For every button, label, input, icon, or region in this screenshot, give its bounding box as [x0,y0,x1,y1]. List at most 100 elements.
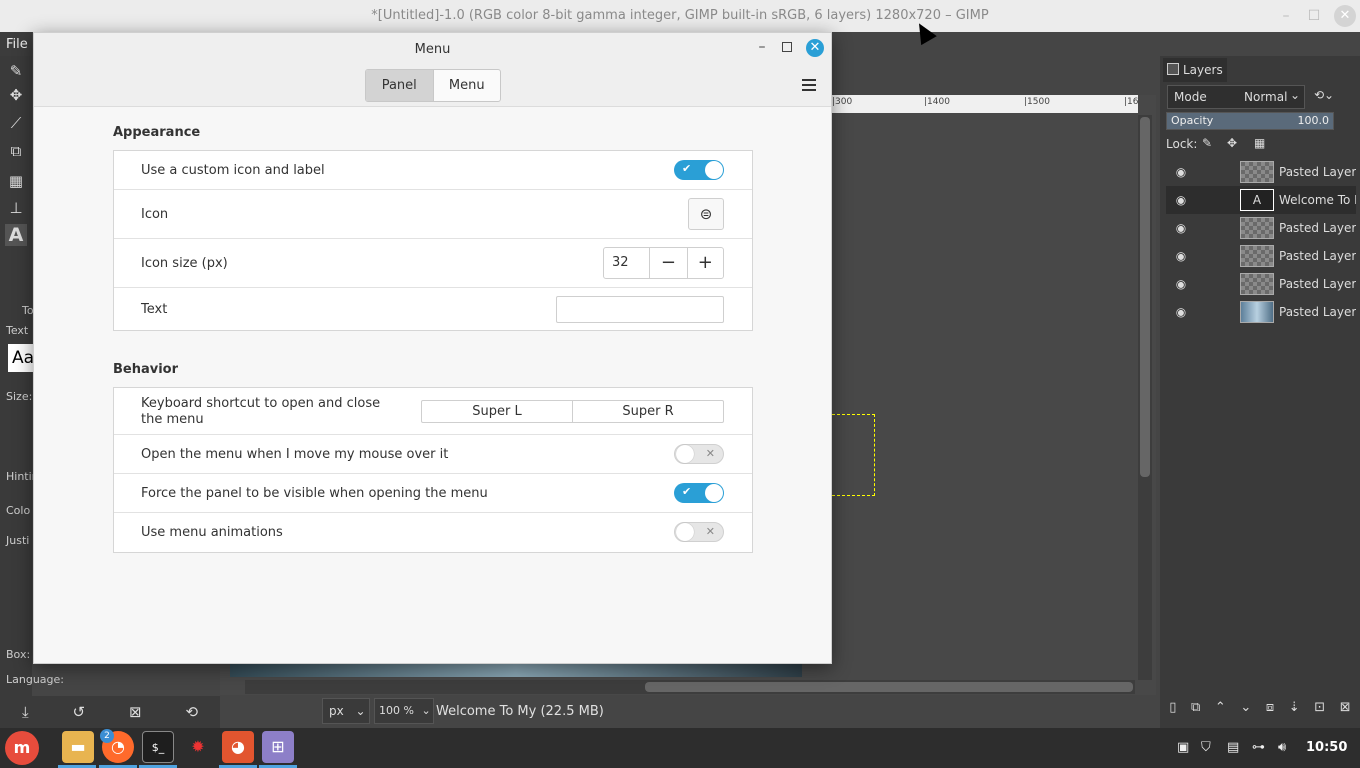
text-box-selection[interactable] [832,414,875,496]
paint-tool-icon[interactable]: ✎ [5,60,27,82]
measure-tool-icon[interactable]: ⟋ [5,112,27,134]
delete-layer-icon[interactable]: ⊠ [1340,700,1351,724]
hover-toggle[interactable]: ✕ [674,444,724,464]
duplicate-layer-icon[interactable]: ⧈ [1266,700,1274,724]
update-icon[interactable]: ▤ [1227,740,1239,755]
eye-icon[interactable]: ◉ [1174,193,1188,207]
tab-panel[interactable]: Panel [366,70,434,101]
chevron-down-icon: ⌄ [355,704,366,718]
clone-tool-icon[interactable]: ⊥ [5,197,27,219]
lower-layer-icon[interactable]: ⌄ [1240,700,1251,724]
tool-options-tab[interactable]: To [22,304,34,317]
dialog-title: Menu [414,42,451,57]
lock-pixels-icon[interactable]: ✎ [1202,136,1212,150]
scroll-thumb[interactable] [1140,117,1150,477]
force-panel-toggle[interactable]: ✔ [674,483,724,503]
mode-select[interactable]: Mode Normal ⌄ [1167,85,1305,109]
new-layer-icon[interactable]: ▯ [1169,700,1176,724]
horizontal-scrollbar[interactable] [245,680,1135,694]
save-options-icon[interactable]: ⤓ [22,703,29,721]
notification-badge: 2 [100,729,114,743]
close-button[interactable]: ✕ [1334,5,1356,27]
scroll-thumb[interactable] [645,682,1133,692]
clock[interactable]: 10:50 [1306,740,1347,755]
toggle-knob [676,523,694,541]
virus-app-icon[interactable]: ✹ [182,731,214,763]
zoom-select[interactable]: 100 % ⌄ [374,698,434,724]
text-input[interactable] [556,296,724,323]
shortcut-super-l-button[interactable]: Super L [422,401,572,422]
reset-options-icon[interactable]: ⟲ [185,703,198,721]
volume-icon[interactable]: 🔊︎ [1278,740,1286,755]
unit-select[interactable]: px ⌄ [322,698,370,724]
text-option-label: Text [6,324,29,337]
delete-options-icon[interactable]: ⊠ [129,703,142,721]
eye-icon[interactable]: ◉ [1174,165,1188,179]
new-group-icon[interactable]: ⧉ [1191,700,1200,724]
layer-row[interactable]: ◉ Pasted Layer # [1166,270,1356,298]
shortcut-label: Keyboard shortcut to open and close the … [141,396,381,427]
lock-position-icon[interactable]: ✥ [1227,136,1237,150]
layer-row[interactable]: ◉ Pasted Layer # [1166,214,1356,242]
eye-icon[interactable]: ◉ [1174,249,1188,263]
layer-row[interactable]: ◉ Pasted Layer [1166,298,1356,326]
opacity-slider[interactable]: Opacity 100.0 [1166,112,1334,130]
custom-icon-toggle[interactable]: ✔ [674,160,724,180]
eye-icon[interactable]: ◉ [1174,305,1188,319]
transform-tool-icon[interactable]: ⧉ [5,140,27,162]
zoom-value: 100 % [379,704,414,717]
dialog-maximize-button[interactable] [782,42,792,52]
lock-alpha-icon[interactable]: ▦ [1254,136,1265,150]
mint-menu-button[interactable]: m [5,731,39,765]
dialog-minimize-button[interactable]: – [754,39,770,55]
animations-toggle[interactable]: ✕ [674,522,724,542]
gimp-title-bar: *[Untitled]-1.0 (RGB color 8-bit gamma i… [0,0,1360,32]
eye-icon[interactable]: ◉ [1174,277,1188,291]
mask-icon[interactable]: ⊡ [1314,700,1325,724]
maximize-button[interactable]: ☐ [1300,8,1328,24]
force-panel-label: Force the panel to be visible when openi… [141,486,488,501]
text-label: Text [141,302,168,317]
layer-row[interactable]: ◉ A Welcome To M [1166,186,1356,214]
merge-layer-icon[interactable]: ⇣ [1289,700,1300,724]
layer-name: Welcome To M [1279,193,1356,207]
layers-actions: ▯ ⧉ ⌃ ⌄ ⧈ ⇣ ⊡ ⊠ [1162,700,1358,724]
gradient-tool-icon[interactable]: ▦ [5,170,27,192]
dialog-close-button[interactable]: ✕ [806,39,824,57]
minimize-button[interactable]: – [1272,8,1300,24]
hamburger-menu-icon[interactable] [802,79,816,91]
gimp-app-icon[interactable]: ◕ [222,731,254,763]
restore-options-icon[interactable]: ↺ [73,703,86,721]
layer-thumbnail [1240,161,1274,183]
app-grid-icon[interactable]: ⊞ [262,731,294,763]
text-tool-icon[interactable]: A [5,224,27,246]
move-tool-icon[interactable]: ✥ [5,84,27,106]
vertical-scrollbar[interactable] [1138,115,1152,680]
tool-options-buttons: ⤓ ↺ ⊠ ⟲ [0,696,220,728]
opacity-value: 100.0 [1297,114,1330,127]
layer-row[interactable]: ◉ Pasted Layer # [1166,242,1356,270]
files-app-icon[interactable]: ▬ [62,731,94,763]
network-icon[interactable]: ⊶ [1252,740,1265,755]
hover-row: Open the menu when I move my mouse over … [114,435,752,474]
eye-icon[interactable]: ◉ [1174,221,1188,235]
layer-name: Pasted Layer # [1279,249,1356,263]
size-label: Size: [6,390,33,403]
animations-row: Use menu animations ✕ [114,513,752,552]
font-preview[interactable]: Aa [8,344,34,372]
layer-row[interactable]: ◉ Pasted Layer # [1166,158,1356,186]
raise-layer-icon[interactable]: ⌃ [1215,700,1226,724]
terminal-app-icon[interactable]: $_ [142,731,174,763]
icon-picker-button[interactable]: ⊜ [688,198,724,230]
shortcut-super-r-button[interactable]: Super R [572,401,723,422]
increment-button[interactable]: + [686,248,723,278]
icon-size-input[interactable]: 32 [604,248,651,278]
tab-menu[interactable]: Menu [434,70,501,101]
shield-icon[interactable]: ⛉ [1201,740,1211,755]
menu-file[interactable]: File [6,37,28,52]
toggle-knob [676,445,694,463]
text-row: Text [114,288,752,330]
decrement-button[interactable]: − [650,248,686,278]
reset-mode-icon[interactable]: ⟲⌄ [1314,88,1334,102]
clipboard-icon[interactable]: ▣ [1177,740,1189,755]
